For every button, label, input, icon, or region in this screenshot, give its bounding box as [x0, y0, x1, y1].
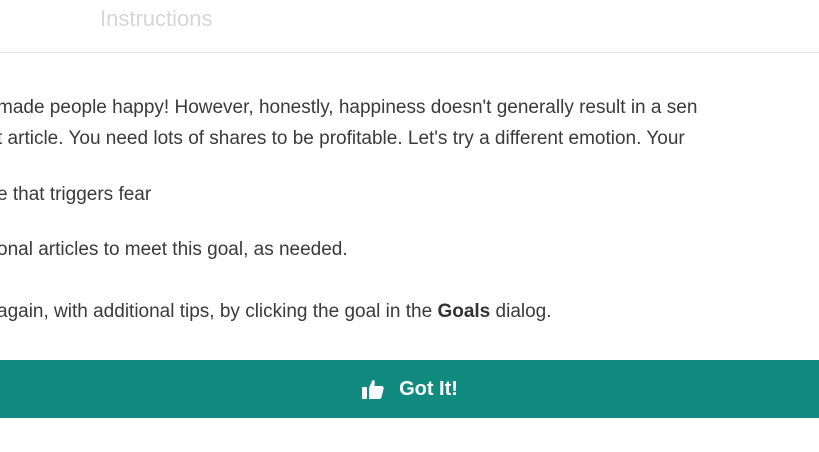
tip-suffix: dialog.	[490, 301, 552, 322]
message-line-1: made people happy! However, honestly, ha…	[0, 97, 698, 118]
got-it-label: Got It!	[399, 377, 458, 400]
message-line-2: t article. You need lots of shares to be…	[0, 128, 685, 149]
got-it-button[interactable]: Got It!	[0, 360, 819, 418]
dialog-title: Instructions	[100, 6, 213, 31]
goal-description: e that triggers fear	[0, 184, 152, 205]
goal-note: onal articles to meet this goal, as need…	[0, 239, 348, 260]
dialog-header: Instructions	[0, 0, 819, 52]
tip-prefix: again, with additional tips, by clicking…	[0, 301, 438, 322]
goals-dialog-reference: Goals	[437, 301, 491, 322]
thumbs-up-icon	[361, 378, 385, 400]
tip-text: again, with additional tips, by clicking…	[0, 300, 552, 324]
goal-dialog: Instructions made people happy! However,…	[0, 0, 819, 452]
header-divider	[0, 52, 819, 53]
